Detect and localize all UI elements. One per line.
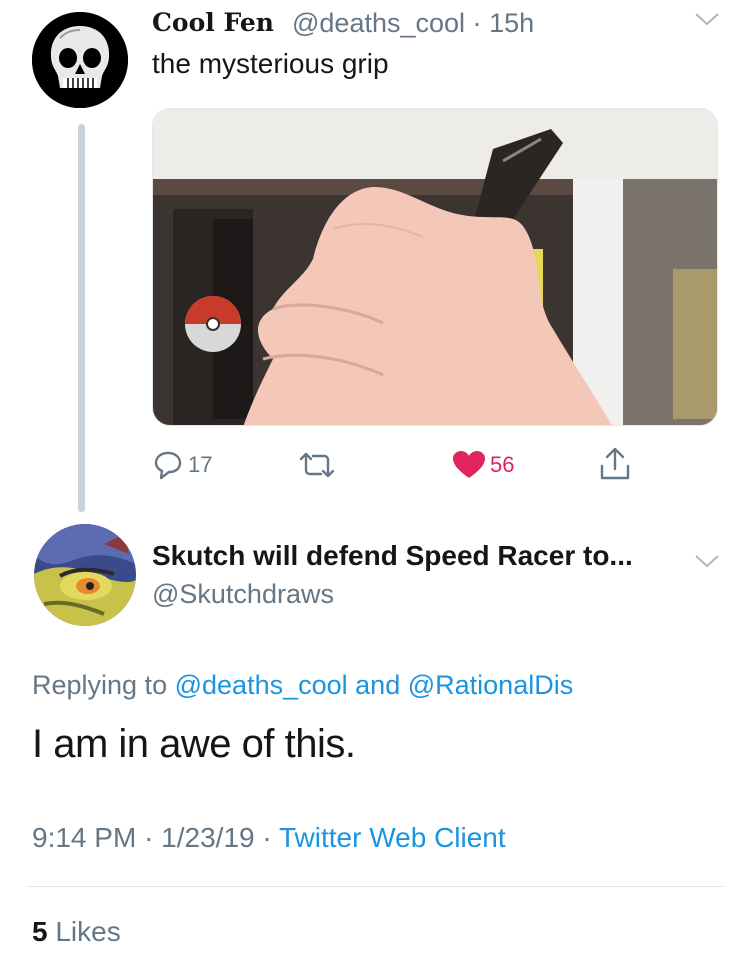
replying-user-rationaldis[interactable]: @RationalDis	[408, 670, 573, 700]
reply-count: 17	[188, 452, 213, 477]
likes-summary[interactable]: 5 Likes	[32, 916, 121, 948]
tweet2-display-name[interactable]: Skutch will defend Speed Racer to...	[152, 540, 633, 572]
share-button[interactable]	[598, 446, 632, 482]
tweet1-separator: ·	[472, 8, 482, 38]
photo-hand-holding-pen	[153, 109, 717, 425]
tweet1-handle[interactable]: @deaths_cool	[292, 8, 465, 38]
replying-to-line: Replying to @deaths_cool and @RationalDi…	[32, 670, 573, 701]
likes-count: 5	[32, 916, 48, 947]
tweet2-client-link[interactable]: Twitter Web Client	[279, 822, 506, 853]
share-icon	[600, 447, 630, 480]
tweet1-age[interactable]: 15h	[489, 8, 534, 38]
replying-prefix: Replying to	[32, 670, 168, 700]
tweet1-media-photo[interactable]	[152, 108, 718, 426]
likes-label: Likes	[55, 916, 121, 947]
like-count: 56	[490, 452, 515, 477]
like-button[interactable]: 56	[452, 450, 514, 480]
skull-avatar-icon	[32, 12, 128, 108]
thread-connector-line	[78, 124, 85, 512]
divider	[26, 886, 724, 887]
tweet1-meta: @deaths_cool · 15h	[292, 8, 534, 39]
reply-button[interactable]: 17	[152, 450, 212, 480]
tweet2-timestamp: 9:14 PM · 1/23/19 · Twitter Web Client	[32, 822, 506, 854]
tweet2-handle[interactable]: @Skutchdraws	[152, 579, 334, 610]
tweet2-menu-chevron-icon[interactable]	[693, 552, 721, 570]
tweet1-text: the mysterious grip	[152, 48, 389, 79]
retweet-icon	[299, 452, 335, 478]
tweet2-separator-2: ·	[262, 822, 272, 853]
replying-user-deaths-cool[interactable]: @deaths_cool	[175, 670, 348, 700]
illustrated-avatar-icon	[34, 524, 136, 626]
reply-icon	[154, 451, 182, 480]
tweet2-date[interactable]: 1/23/19	[161, 822, 254, 853]
tweet1-menu-chevron-icon[interactable]	[693, 10, 721, 28]
heart-filled-icon	[453, 451, 485, 478]
tweet1-display-name[interactable]: Cool Fen	[152, 8, 274, 37]
replying-and[interactable]: and	[355, 670, 400, 700]
tweet2-separator-1: ·	[144, 822, 154, 853]
tweet2-text: I am in awe of this.	[32, 722, 356, 766]
retweet-button[interactable]	[297, 450, 337, 480]
tweet2-time[interactable]: 9:14 PM	[32, 822, 136, 853]
avatar-skutchdraws[interactable]	[34, 524, 136, 626]
avatar-deaths-cool[interactable]	[32, 12, 128, 108]
